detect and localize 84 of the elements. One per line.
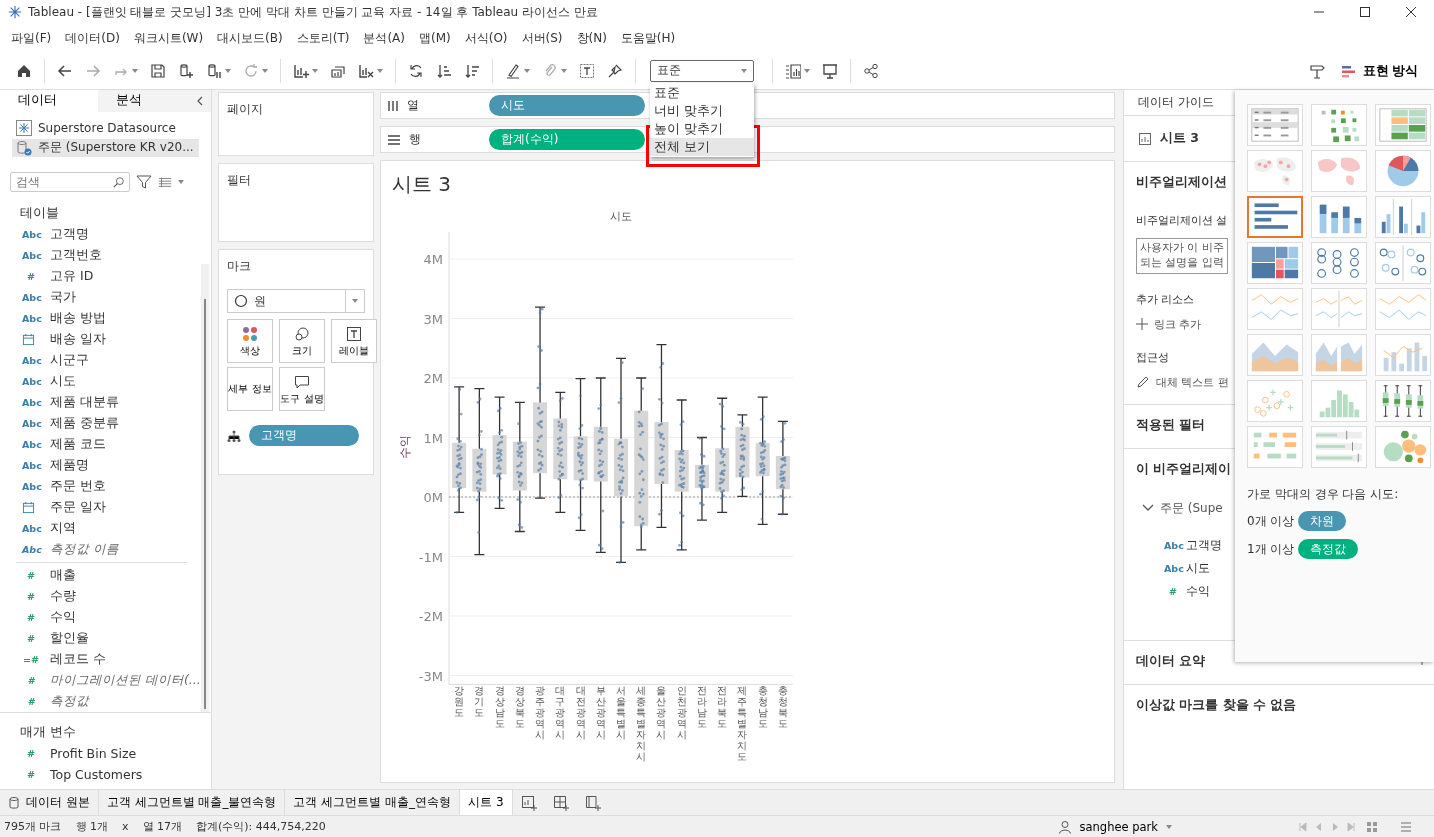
axis-tick-label: 4M [423, 252, 443, 267]
field-pill: 측정값 [1298, 539, 1359, 559]
hint-text: 가로 막대의 경우 다음 시도: [1247, 486, 1400, 503]
field-type-label: Abc [22, 229, 40, 240]
times-sign: x [122, 820, 129, 833]
axis-tick-label: -3M [418, 668, 443, 684]
field-type-label: Abc [22, 313, 40, 324]
axis-category-label: 경상남도 [494, 685, 505, 731]
card-title: 필터 [227, 172, 252, 189]
field-type-label: # [26, 570, 36, 581]
field-type-label: Abc [22, 355, 40, 366]
axis-tick-label: 0M [423, 490, 443, 505]
requirement-count: 0개 이상 [1247, 512, 1295, 530]
section-heading: 비주얼리제이션 [1136, 174, 1227, 191]
field-type-label: =# [22, 654, 40, 665]
field-type-label: Abc [22, 481, 40, 492]
axis-category-label: 세종특별자치시 [636, 685, 647, 762]
field-type-label: Abc [22, 292, 40, 303]
axis-tick-label: 1M [423, 430, 443, 446]
field-label: 접근성 [1136, 349, 1169, 365]
field-type-label: # [26, 591, 36, 602]
section-heading: 이상값 마크를 찾을 수 없음 [1136, 696, 1297, 714]
card-title: 페이지 [227, 101, 264, 118]
axis-category-label: 광주광역시 [535, 685, 546, 742]
field-type-label: Abc [22, 544, 40, 555]
field-type-label: # [26, 748, 36, 759]
card-title: 마크 [227, 258, 252, 275]
requirement-count: 1개 이상 [1247, 540, 1295, 558]
field-name: 고객명 [1186, 536, 1222, 554]
axis-category-label: 울산광역시 [656, 685, 667, 742]
axis-category-label: 전라남도 [696, 685, 707, 731]
field-type-label: # [1168, 585, 1178, 597]
axis-category-label: 대구광역시 [555, 685, 566, 742]
sheet-title: 시트 3 [391, 171, 453, 198]
field-pill: 차원 [1298, 511, 1347, 531]
field-type-label: Abc [1164, 562, 1182, 574]
axis-title: 수익 [398, 435, 412, 459]
field-type-label: Abc [22, 376, 40, 387]
axis-category-label: 강원도 [454, 685, 465, 720]
axis-tick-label: 2M [423, 371, 443, 386]
axis-category-label: 대전광역시 [575, 685, 586, 742]
axis-category-label: 경기도 [474, 685, 485, 720]
field-type-label: Abc [22, 397, 40, 408]
row-count: 행 1개 [75, 819, 108, 834]
field-type-label: # [26, 769, 36, 780]
section-heading: 데이터 요약 [1136, 652, 1206, 670]
shelf-label: 열 [407, 97, 419, 114]
shelf-label: 행 [409, 131, 421, 148]
axis-category-label: 충청남도 [757, 685, 768, 731]
field-type-label: # [26, 633, 36, 644]
field-type-label: Abc [22, 418, 40, 429]
sum-summary: 합계(수익): 444,754,220 [196, 819, 326, 834]
column-count: 열 17개 [142, 819, 182, 834]
section-heading: 이 비주얼리제이 [1136, 460, 1232, 478]
field-type-label: # [26, 271, 36, 282]
axis-category-label: 인천광역시 [676, 685, 687, 742]
field-name: 시도 [1186, 559, 1210, 577]
field-type-label: # [26, 612, 36, 623]
field-type-label: Abc [1164, 539, 1182, 551]
field-name: 수익 [1186, 582, 1210, 600]
field-type-label: # [26, 675, 36, 686]
field-label: 비주얼리제이션 설 [1136, 213, 1228, 228]
field-label: 추가 리소스 [1136, 291, 1195, 307]
axis-tick-label: -2M [418, 609, 443, 624]
field-type-label: Abc [22, 523, 40, 534]
section-heading: 매개 변수 [20, 723, 78, 741]
field-type-label: Abc [22, 250, 40, 261]
section-heading: 적용된 필터 [1136, 416, 1206, 434]
section-heading: 테이블 [20, 204, 60, 222]
axis-category-label: 충청북도 [777, 685, 788, 731]
field-type-label: # [26, 696, 36, 707]
axis-category-label: 전라북도 [717, 685, 728, 731]
axis-category-label: 제주특별자치도 [737, 685, 748, 762]
axis-category-label: 경상북도 [514, 685, 525, 731]
axis-tick-label: 3M [423, 311, 443, 327]
sheet-name: 시트 3 [1160, 130, 1200, 147]
axis-category-label: 서울특별시 [616, 685, 626, 742]
axis-title: 시도 [610, 210, 632, 223]
window-title: Tableau - [플랜잇 태블로 굿모닝] 3초 만에 막대 차트 만들기 교육 자료 - 14일 후 Tableau 라이선스 만료 [28, 3, 599, 21]
axis-category-label: 부산광역시 [595, 685, 606, 742]
mark-count: 795개 마크 [4, 819, 62, 834]
axis-tick-label: -1M [418, 549, 443, 565]
field-type-label: Abc [22, 439, 40, 450]
field-type-label: Abc [22, 460, 40, 471]
